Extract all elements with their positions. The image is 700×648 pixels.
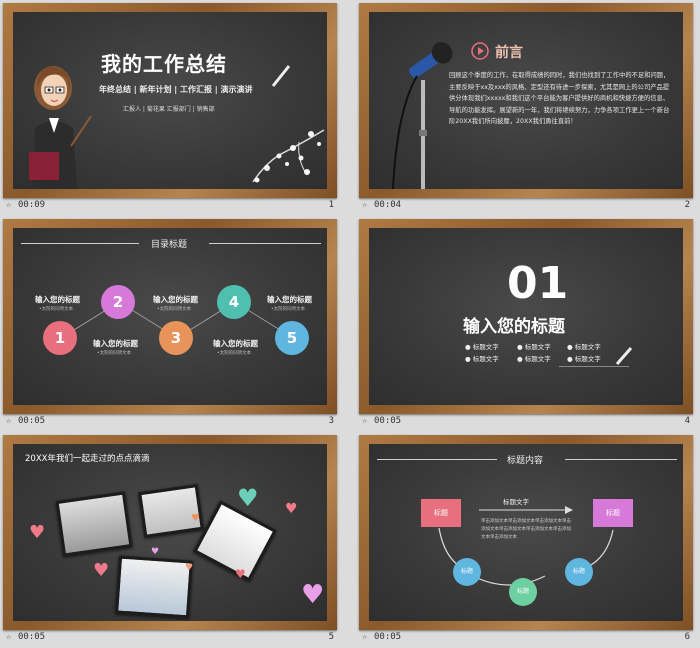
reporter-info: 汇报人 | 菊花果 汇报部门 | 销售部 <box>123 106 215 113</box>
slide-duration: 00:09 <box>18 200 46 210</box>
chalkboard: 我的工作总结 年终总结 | 新年计划 | 工作汇报 | 演示演讲 汇报人 | 菊… <box>13 12 327 189</box>
slide-meta: ☆ 00:04 2 <box>356 198 696 212</box>
slide-number: 5 <box>328 632 334 642</box>
plum-blossom-decoration <box>252 129 325 183</box>
chalkboard: 标题内容 标题 标题 标题文字 单击添加文本单击添加文本单击添加文本单击添加文本… <box>369 444 683 621</box>
step-label-1: 输入您的标题 <box>35 295 80 304</box>
step-sublabel-2: •太院的同项文本 <box>97 351 132 356</box>
bullet-item: ● 标题文字 <box>465 355 499 363</box>
step-sublabel-4: •太院的同项文本 <box>217 351 252 356</box>
slide-body-text: 回顾这个季度的工作，在取得成绩的同时，我们也找到了工作中的不足和问题，主要反映于… <box>449 72 670 125</box>
slide-meta: ☆ 00:05 3 <box>0 414 340 428</box>
bullet-item: ● 标题文字 <box>517 343 551 351</box>
heart-icon: ♥ <box>191 513 200 524</box>
step-label-3: 输入您的标题 <box>153 295 198 304</box>
step-label-4: 输入您的标题 <box>213 339 258 348</box>
slide-thumbnail-3[interactable]: 目录标题 1 2 3 4 5 输入您的标题 •太院的同项文本 输入您的标题 •太… <box>0 216 340 428</box>
slide-meta: ☆ 00:05 6 <box>356 630 696 644</box>
teacher-illustration <box>29 66 92 189</box>
slide-meta: ☆ 00:09 1 <box>0 198 340 212</box>
chalkboard-frame: 标题内容 标题 标题 标题文字 单击添加文本单击添加文本单击添加文本单击添加文本… <box>359 435 693 630</box>
slide-title: 20XX年我们一起走过的点点滴滴 <box>25 454 150 464</box>
step-label-2: 输入您的标题 <box>93 339 138 348</box>
slide-thumbnail-2[interactable]: 前言 回顾这个季度的工作，在取得成绩的同时，我们也找到了工作中的不足和问题，主要… <box>356 0 696 212</box>
slide-title: 输入您的标题 <box>463 317 565 337</box>
bullet-item: ● 标题文字 <box>465 343 499 351</box>
chalkboard: 01 输入您的标题 ● 标题文字 ● 标题文字 ● 标题文字 ● 标题文字 ● … <box>369 228 683 405</box>
flow-circle-3: 标题 <box>565 558 593 586</box>
connector-lines <box>60 301 294 339</box>
slide-duration: 00:05 <box>18 632 46 642</box>
photo-office-meeting <box>115 555 193 619</box>
slide-duration: 00:05 <box>18 416 46 426</box>
step-label-5: 输入您的标题 <box>267 295 312 304</box>
step-circle-1: 1 <box>43 321 77 355</box>
flow-box-right: 标题 <box>593 499 633 527</box>
slide-number: 4 <box>684 416 690 426</box>
step-circle-4: 4 <box>217 285 251 319</box>
chalk-line <box>559 366 629 367</box>
step-circle-3: 3 <box>159 321 193 355</box>
star-icon[interactable]: ☆ <box>6 200 11 210</box>
photo-team-celebration <box>138 484 204 538</box>
slide-thumbnail-6[interactable]: 标题内容 标题 标题 标题文字 单击添加文本单击添加文本单击添加文本单击添加文本… <box>356 432 696 644</box>
flow-circle-1: 标题 <box>453 558 481 586</box>
flow-circle-2: 标题 <box>509 578 537 606</box>
chalkboard-frame: 01 输入您的标题 ● 标题文字 ● 标题文字 ● 标题文字 ● 标题文字 ● … <box>359 219 693 414</box>
star-icon[interactable]: ☆ <box>6 632 11 642</box>
bullet-item: ● 标题文字 <box>517 355 551 363</box>
chalkboard-frame: 我的工作总结 年终总结 | 新年计划 | 工作汇报 | 演示演讲 汇报人 | 菊… <box>3 3 337 198</box>
chalk-icon <box>615 347 633 365</box>
heart-icon: ♥ <box>185 563 194 573</box>
slide-subtitle: 年终总结 | 新年计划 | 工作汇报 | 演示演讲 <box>99 85 253 94</box>
description-text: 单击添加文本单击添加文本单击添加文本单击添加文本单击添加文本单击添加文本单击添加… <box>481 519 571 540</box>
step-sublabel-3: •太院的同项文本 <box>157 307 192 312</box>
chalkboard: 目录标题 1 2 3 4 5 输入您的标题 •太院的同项文本 输入您的标题 •太… <box>13 228 327 405</box>
slide-title: 我的工作总结 <box>101 52 227 76</box>
slide-number: 2 <box>684 200 690 210</box>
heart-icon: ♥ <box>235 567 246 581</box>
flow-box-left: 标题 <box>421 499 461 527</box>
heart-icon: ♥ <box>151 547 160 557</box>
chalk-icon <box>271 65 291 87</box>
heart-icon: ♥ <box>93 560 110 581</box>
photo-business-figures <box>55 491 133 557</box>
slide-number: 6 <box>684 632 690 642</box>
arrow-label: 标题文字 <box>503 498 529 506</box>
step-sublabel-1: •太院的同项文本 <box>39 307 74 312</box>
slide-thumbnail-1[interactable]: 我的工作总结 年终总结 | 新年计划 | 工作汇报 | 演示演讲 汇报人 | 菊… <box>0 0 340 212</box>
slide-meta: ☆ 00:05 4 <box>356 414 696 428</box>
chalkboard-frame: 前言 回顾这个季度的工作，在取得成绩的同时，我们也找到了工作中的不足和问题，主要… <box>359 3 693 198</box>
step-circle-5: 5 <box>275 321 309 355</box>
chalkboard: 前言 回顾这个季度的工作，在取得成绩的同时，我们也找到了工作中的不足和问题，主要… <box>369 12 683 189</box>
chalkboard: 20XX年我们一起走过的点点滴滴 ♥ ♥ ♥ ♥ ♥ ♥ ♥ ♥ ♥ <box>13 444 327 621</box>
heart-icon: ♥ <box>285 501 298 517</box>
slide-number: 1 <box>328 200 334 210</box>
slide-duration: 00:05 <box>374 416 402 426</box>
star-icon[interactable]: ☆ <box>362 632 367 642</box>
step-sublabel-5: •太院的同项文本 <box>271 307 306 312</box>
section-number: 01 <box>507 258 569 309</box>
slide-title: 前言 <box>495 45 523 61</box>
bullet-item: ● 标题文字 <box>567 343 601 351</box>
heart-icon: ♥ <box>301 580 325 610</box>
star-icon[interactable]: ☆ <box>362 200 367 210</box>
slide-duration: 00:04 <box>374 200 402 210</box>
heart-icon: ♥ <box>237 484 259 512</box>
slide-duration: 00:05 <box>374 632 402 642</box>
chalkboard-frame: 20XX年我们一起走过的点点滴滴 ♥ ♥ ♥ ♥ ♥ ♥ ♥ ♥ ♥ <box>3 435 337 630</box>
chalkboard-frame: 目录标题 1 2 3 4 5 输入您的标题 •太院的同项文本 输入您的标题 •太… <box>3 219 337 414</box>
star-icon[interactable]: ☆ <box>6 416 11 426</box>
heart-icon: ♥ <box>29 522 46 543</box>
bullet-item: ● 标题文字 <box>567 355 601 363</box>
play-icon <box>471 42 489 60</box>
slide-number: 3 <box>328 416 334 426</box>
step-circle-2: 2 <box>101 285 135 319</box>
star-icon[interactable]: ☆ <box>362 416 367 426</box>
slide-thumbnail-5[interactable]: 20XX年我们一起走过的点点滴滴 ♥ ♥ ♥ ♥ ♥ ♥ ♥ ♥ ♥ ☆ 00:… <box>0 432 340 644</box>
slide-meta: ☆ 00:05 5 <box>0 630 340 644</box>
slide-thumbnail-4[interactable]: 01 输入您的标题 ● 标题文字 ● 标题文字 ● 标题文字 ● 标题文字 ● … <box>356 216 696 428</box>
